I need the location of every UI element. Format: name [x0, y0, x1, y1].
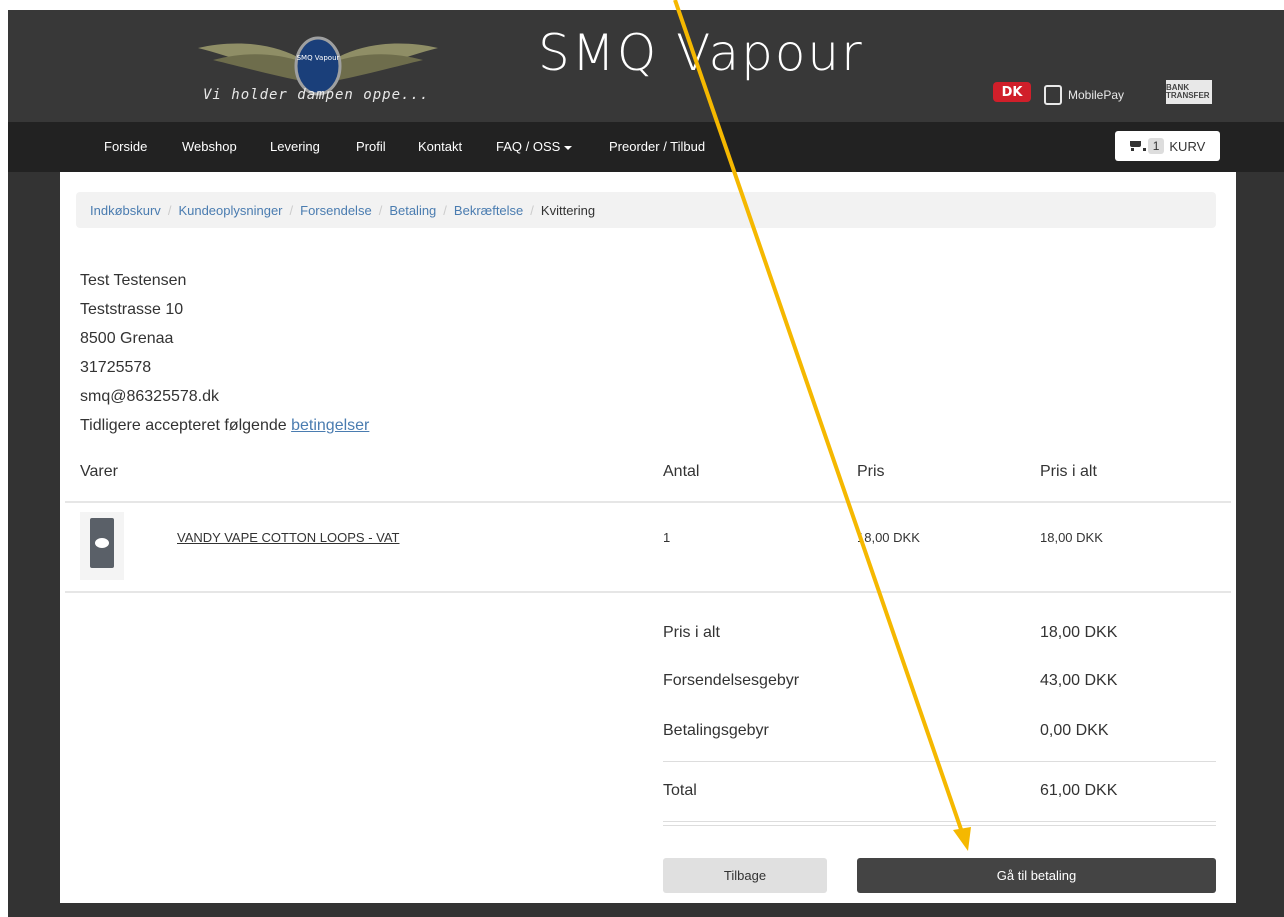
browser-frame: SMQ Vapour Vi holder dampen oppe... SMQ … [0, 0, 1284, 917]
annotation-arrow [673, 0, 971, 851]
